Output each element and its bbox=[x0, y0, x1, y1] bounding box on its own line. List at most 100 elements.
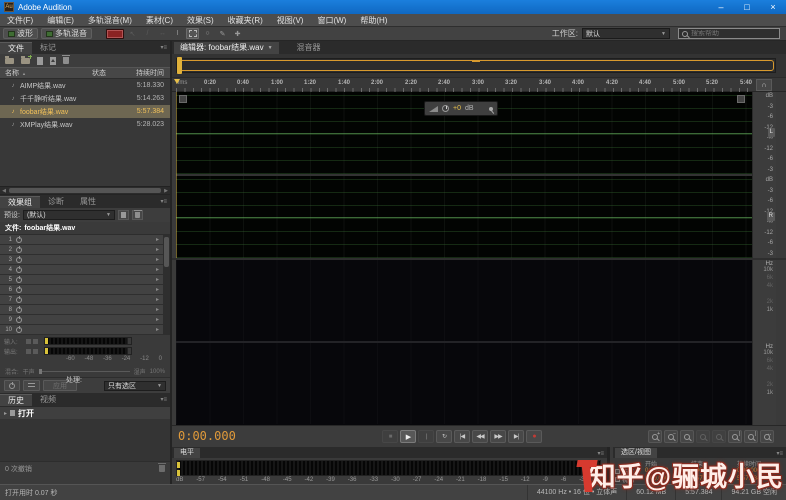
effect-slot[interactable]: 3▸ bbox=[0, 255, 170, 265]
close-button[interactable]: × bbox=[760, 0, 786, 14]
delete-file-icon[interactable] bbox=[63, 57, 69, 64]
power-icon[interactable] bbox=[16, 327, 22, 333]
navigator-range-box[interactable] bbox=[178, 60, 774, 71]
zoom-in-button[interactable]: + bbox=[648, 430, 662, 443]
effect-slot[interactable]: 7▸ bbox=[0, 295, 170, 305]
volume-knob[interactable] bbox=[442, 105, 449, 112]
loop-button[interactable]: ↻ bbox=[436, 430, 452, 443]
slot-arrow-icon[interactable]: ▸ bbox=[156, 256, 159, 263]
rack-power-button[interactable] bbox=[4, 380, 20, 391]
file-row-selected[interactable]: ♪ foobar结果.wav 5:57.384 bbox=[0, 105, 170, 118]
tab-selection-view[interactable]: 选区/视图 bbox=[615, 448, 657, 458]
slot-arrow-icon[interactable]: ▸ bbox=[156, 266, 159, 273]
new-file-icon[interactable] bbox=[37, 57, 43, 65]
menu-effects[interactable]: 效果(S) bbox=[180, 14, 221, 27]
power-icon[interactable] bbox=[16, 277, 22, 283]
zoom-out-point-button[interactable]: | bbox=[744, 430, 758, 443]
slot-arrow-icon[interactable]: ▸ bbox=[156, 236, 159, 243]
timeline-ruler[interactable]: hms 0:20 0:40 1:00 1:20 1:40 2:00 2:20 2… bbox=[172, 77, 786, 92]
process-dropdown[interactable]: 只有选区 ▼ bbox=[104, 381, 166, 391]
slot-arrow-icon[interactable]: ▸ bbox=[156, 296, 159, 303]
go-to-start-button[interactable]: |◀ bbox=[454, 430, 470, 443]
clear-history-icon[interactable] bbox=[159, 465, 165, 472]
panel-menu-icon[interactable]: ▾≡ bbox=[776, 450, 783, 457]
open-file-icon[interactable] bbox=[5, 58, 14, 64]
files-horizontal-scrollbar[interactable]: ◀ ▶ bbox=[0, 186, 170, 194]
power-icon[interactable] bbox=[16, 307, 22, 313]
help-search-box[interactable] bbox=[678, 28, 780, 39]
spectral-display-button[interactable] bbox=[106, 29, 124, 39]
slot-arrow-icon[interactable]: ▸ bbox=[156, 306, 159, 313]
power-icon[interactable] bbox=[16, 297, 22, 303]
pause-button[interactable]: || bbox=[418, 430, 434, 443]
slip-tool-icon[interactable]: ↔ bbox=[156, 28, 169, 39]
import-file-icon[interactable] bbox=[21, 58, 30, 64]
chevron-down-icon[interactable]: ▼ bbox=[268, 42, 273, 54]
display-options-icon[interactable] bbox=[737, 95, 745, 103]
scroll-right-icon[interactable]: ▶ bbox=[162, 188, 170, 194]
workspace-dropdown[interactable]: 默认 ▼ bbox=[582, 28, 670, 39]
fast-forward-button[interactable]: ▶▶ bbox=[490, 430, 506, 443]
history-entry[interactable]: ▸ 打开 bbox=[0, 407, 170, 419]
maximize-button[interactable]: □ bbox=[734, 0, 760, 14]
scrollbar-thumb[interactable] bbox=[9, 188, 161, 193]
preset-dropdown[interactable]: (默认) ▼ bbox=[23, 210, 115, 220]
spectral-left-channel[interactable] bbox=[176, 260, 752, 341]
stop-button[interactable]: ■ bbox=[382, 430, 398, 443]
scroll-left-icon[interactable]: ◀ bbox=[0, 188, 8, 194]
waveform-display[interactable]: dB-3 -6-12 -∞-12 -6-3 L dB-3 -6-12 -∞-12… bbox=[172, 92, 786, 258]
tab-effects-rack[interactable]: 效果组 bbox=[0, 196, 40, 208]
toggle-list-button[interactable] bbox=[23, 380, 40, 391]
menu-window[interactable]: 窗口(W) bbox=[310, 14, 353, 27]
volume-hud[interactable]: +0 dB bbox=[424, 101, 498, 116]
spot-healing-brush-tool-icon[interactable]: ✚ bbox=[231, 28, 244, 39]
lasso-selection-tool-icon[interactable]: ○ bbox=[201, 28, 214, 39]
effect-slot[interactable]: 10▸ bbox=[0, 325, 170, 335]
pin-icon[interactable] bbox=[489, 107, 493, 111]
channel-options-icon[interactable] bbox=[179, 95, 187, 103]
tab-properties[interactable]: 属性 bbox=[72, 196, 104, 208]
menu-help[interactable]: 帮助(H) bbox=[353, 14, 394, 27]
effect-slot[interactable]: 2▸ bbox=[0, 245, 170, 255]
search-input[interactable] bbox=[691, 30, 771, 37]
play-button[interactable]: ▶ bbox=[400, 430, 416, 443]
zoom-out-amplitude-button[interactable] bbox=[712, 430, 726, 443]
save-preset-button[interactable] bbox=[118, 210, 129, 220]
zoom-in-point-button[interactable]: | bbox=[728, 430, 742, 443]
column-header-status[interactable]: 状态 bbox=[92, 68, 124, 78]
effect-slot[interactable]: 1▸ bbox=[0, 235, 170, 245]
panel-menu-icon[interactable]: ▾≡ bbox=[597, 450, 604, 457]
panel-menu-icon[interactable]: ▾≡ bbox=[160, 44, 167, 51]
tab-diagnostics[interactable]: 诊断 bbox=[40, 196, 72, 208]
tab-mixer[interactable]: 混音器 bbox=[289, 42, 329, 54]
zoom-out-button[interactable]: − bbox=[664, 430, 678, 443]
slot-arrow-icon[interactable]: ▸ bbox=[156, 316, 159, 323]
power-icon[interactable] bbox=[16, 257, 22, 263]
power-icon[interactable] bbox=[16, 267, 22, 273]
file-row[interactable]: ♪ XMPlay结果.wav 5:28.023 bbox=[0, 118, 170, 131]
marquee-selection-tool-icon[interactable] bbox=[186, 28, 199, 39]
power-icon[interactable] bbox=[16, 247, 22, 253]
ruler-corner-icon[interactable]: ∩ bbox=[756, 79, 772, 91]
effect-slot[interactable]: 4▸ bbox=[0, 265, 170, 275]
multitrack-view-button[interactable]: 多轨混音 bbox=[41, 28, 92, 39]
insert-into-multitrack-icon[interactable] bbox=[50, 57, 56, 65]
file-row[interactable]: ♪ 千千静听结果.wav 5:14.263 bbox=[0, 92, 170, 105]
tab-editor[interactable]: 编辑器: foobar结果.wav ▼ bbox=[174, 42, 279, 54]
effect-slot[interactable]: 8▸ bbox=[0, 305, 170, 315]
navigator-track[interactable] bbox=[176, 58, 776, 73]
power-icon[interactable] bbox=[16, 287, 22, 293]
go-to-end-button[interactable]: ▶| bbox=[508, 430, 524, 443]
expand-icon[interactable]: ▸ bbox=[4, 410, 7, 417]
paintbrush-selection-tool-icon[interactable]: ✎ bbox=[216, 28, 229, 39]
record-button[interactable]: ● bbox=[526, 430, 542, 443]
column-header-name[interactable]: 名称 ▲ bbox=[0, 68, 92, 78]
zoom-in-amplitude-button[interactable] bbox=[696, 430, 710, 443]
tab-markers[interactable]: 标记 bbox=[32, 42, 64, 54]
playhead-marker[interactable] bbox=[174, 79, 180, 84]
effect-slot[interactable]: 9▸ bbox=[0, 315, 170, 325]
spectral-right-channel[interactable] bbox=[176, 343, 752, 424]
menu-edit[interactable]: 编辑(E) bbox=[40, 14, 81, 27]
column-header-duration[interactable]: 持续时间 bbox=[124, 68, 170, 78]
razor-tool-icon[interactable]: / bbox=[141, 28, 154, 39]
